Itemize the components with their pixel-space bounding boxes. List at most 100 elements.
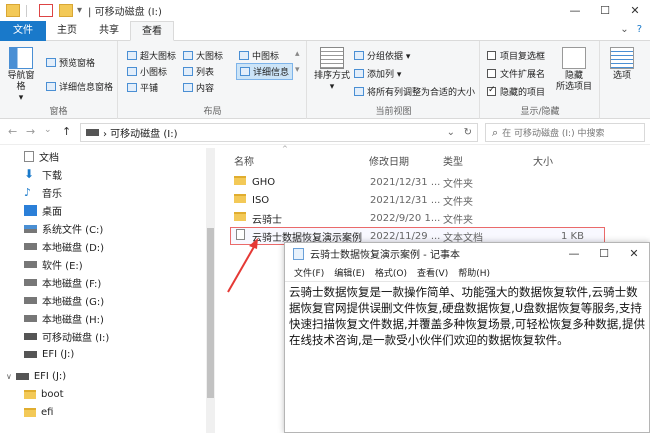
tiles-view-button[interactable]: 平铺 xyxy=(127,81,158,94)
address-path: › 可移动磁盘 (I:) xyxy=(103,129,178,140)
group-layout: 超大图标 大图标 中图标 小图标 列表 详细信息 平铺 内容 ▴ ▾ 布局 xyxy=(119,41,307,119)
drive-icon xyxy=(24,297,37,304)
menu-format[interactable]: 格式(O) xyxy=(375,266,407,279)
sidebar-item-drive-h[interactable]: 本地磁盘 (H:) xyxy=(24,311,104,326)
item-checkboxes-toggle[interactable]: 项目复选框 xyxy=(487,49,545,62)
tab-view[interactable]: 查看 xyxy=(130,21,174,41)
sidebar-item-drive-f[interactable]: 本地磁盘 (F:) xyxy=(24,275,101,290)
tab-file[interactable]: 文件 xyxy=(0,21,46,41)
back-arrow-icon[interactable]: ← xyxy=(8,125,17,138)
list-view-button[interactable]: 列表 xyxy=(183,65,214,78)
minimize-button[interactable]: — xyxy=(560,0,590,21)
group-label-pane: 窗格 xyxy=(49,107,68,117)
table-row[interactable]: ISO 2021/12/31 ... 文件夹 xyxy=(230,192,605,208)
table-row[interactable]: 云骑士 2022/9/20 1... 文件夹 xyxy=(230,210,605,226)
sidebar-item-drive-d[interactable]: 本地磁盘 (D:) xyxy=(24,239,104,254)
expand-ribbon-icon[interactable]: ⌄ xyxy=(620,24,628,35)
file-extensions-toggle[interactable]: 文件扩展名 xyxy=(487,67,545,80)
notepad-maximize-button[interactable]: ☐ xyxy=(589,243,619,264)
group-by-button[interactable]: 分组依据 ▾ xyxy=(354,49,410,62)
hidden-items-toggle[interactable]: 隐藏的项目 xyxy=(487,85,545,98)
sidebar-item-boot[interactable]: boot xyxy=(24,387,64,402)
tiles-icon xyxy=(127,83,137,92)
tab-share[interactable]: 共享 xyxy=(88,21,130,41)
file-type: 文件夹 xyxy=(443,196,473,208)
sidebar-scrollbar-thumb[interactable] xyxy=(207,228,214,398)
sidebar-item-drive-c[interactable]: 系统文件 (C:) xyxy=(24,221,103,236)
details-icon xyxy=(240,67,250,76)
options-button[interactable]: 选项 xyxy=(602,47,642,82)
group-by-icon xyxy=(354,51,364,60)
notepad-close-button[interactable]: ✕ xyxy=(619,243,649,264)
hide-selected-button[interactable]: 隐藏 所选项目 xyxy=(551,47,597,93)
sidebar-item-drive-g[interactable]: 本地磁盘 (G:) xyxy=(24,293,104,308)
sort-by-button[interactable]: 排序方式 ▾ xyxy=(312,47,352,93)
sidebar-scrollbar[interactable] xyxy=(206,148,215,433)
column-header-name[interactable]: 名称 xyxy=(234,153,254,168)
drive-icon xyxy=(24,243,37,250)
customize-qa-icon[interactable]: ▾ xyxy=(77,5,82,16)
notepad-text-area[interactable]: 云骑士数据恢复是一款操作简单、功能强大的数据恢复软件,云骑士数据恢复官网提供误删… xyxy=(285,281,649,348)
sidebar-item-desktop[interactable]: 桌面 xyxy=(24,203,62,218)
collapse-arrow-icon[interactable]: ∨ xyxy=(6,372,12,381)
up-arrow-icon[interactable]: ↑ xyxy=(62,125,71,138)
documents-icon xyxy=(24,151,34,162)
large-icons-button[interactable]: 大图标 xyxy=(183,49,223,62)
fit-columns-button[interactable]: 将所有列调整为合适的大小 xyxy=(354,85,475,98)
recent-locations-icon[interactable]: ⌄ xyxy=(44,125,52,135)
refresh-icon[interactable]: ↻ xyxy=(464,127,472,138)
folder-icon xyxy=(24,408,36,417)
help-icon[interactable]: ? xyxy=(637,24,642,35)
properties-icon[interactable] xyxy=(39,4,53,17)
notepad-icon xyxy=(293,247,304,260)
drive-icon xyxy=(24,261,37,268)
layout-scroll-up-icon[interactable]: ▴ xyxy=(295,49,300,59)
new-folder-icon[interactable] xyxy=(59,4,73,17)
sidebar-item-music[interactable]: ♪ 音乐 xyxy=(24,185,62,200)
nav-pane-button[interactable]: 导航窗格 ▾ xyxy=(4,47,38,104)
sidebar-item-drive-j[interactable]: EFI (J:) xyxy=(24,347,74,362)
details-view-button[interactable]: 详细信息 xyxy=(236,63,294,80)
file-modified: 2021/12/31 ... xyxy=(370,194,441,206)
fit-columns-icon xyxy=(354,87,364,96)
sidebar-section-efi[interactable]: ∨ EFI (J:) xyxy=(6,369,66,384)
notepad-minimize-button[interactable]: — xyxy=(559,243,589,264)
menu-file[interactable]: 文件(F) xyxy=(294,266,324,279)
menu-help[interactable]: 帮助(H) xyxy=(458,266,490,279)
forward-arrow-icon[interactable]: → xyxy=(26,125,35,138)
ribbon: 导航窗格 ▾ 预览窗格 详细信息窗格 窗格 超大图标 大图标 中图标 小图标 列表… xyxy=(0,41,650,119)
address-path-input[interactable]: › 可移动磁盘 (I:) ⌄ ↻ xyxy=(80,123,478,142)
column-header-type[interactable]: 类型 xyxy=(443,153,463,168)
search-input[interactable]: ⌕ 在 可移动磁盘 (I:) 中搜索 xyxy=(485,123,645,142)
column-header-size[interactable]: 大小 xyxy=(533,153,553,168)
checkbox-icon xyxy=(487,69,496,78)
sidebar-item-drive-e[interactable]: 软件 (E:) xyxy=(24,257,83,272)
table-row[interactable]: GHO 2021/12/31 ... 文件夹 xyxy=(230,174,605,190)
close-button[interactable]: ✕ xyxy=(620,0,650,21)
small-icons-button[interactable]: 小图标 xyxy=(127,65,167,78)
layout-scroll-down-icon[interactable]: ▾ xyxy=(295,65,300,75)
sidebar-item-drive-i[interactable]: 可移动磁盘 (I:) xyxy=(24,329,109,344)
tab-home[interactable]: 主页 xyxy=(46,21,88,41)
add-columns-button[interactable]: 添加列 ▾ xyxy=(354,67,401,80)
maximize-button[interactable]: ☐ xyxy=(590,0,620,21)
music-note-icon: ♪ xyxy=(24,186,32,199)
preview-pane-button[interactable]: 预览窗格 xyxy=(46,56,95,69)
content-view-button[interactable]: 内容 xyxy=(183,81,214,94)
group-label-show-hide: 显示/隐藏 xyxy=(520,107,560,117)
details-pane-button[interactable]: 详细信息窗格 xyxy=(46,80,113,93)
folder-icon xyxy=(6,4,20,17)
column-header-modified[interactable]: 修改日期 xyxy=(369,153,409,168)
divider xyxy=(26,4,27,17)
path-dropdown-icon[interactable]: ⌄ xyxy=(447,127,455,138)
xl-icons-button[interactable]: 超大图标 xyxy=(127,49,176,62)
sidebar-item-downloads[interactable]: ⬇ 下载 xyxy=(24,167,62,182)
list-icon xyxy=(183,67,193,76)
folder-icon xyxy=(234,176,246,185)
sidebar-item-efi[interactable]: efi xyxy=(24,405,53,420)
menu-edit[interactable]: 编辑(E) xyxy=(334,266,365,279)
sidebar-item-documents[interactable]: 文档 xyxy=(24,149,59,164)
ribbon-tabs: 文件 主页 共享 查看 ⌄ ? xyxy=(0,21,650,41)
medium-icons-button[interactable]: 中图标 xyxy=(239,49,279,62)
menu-view[interactable]: 查看(V) xyxy=(417,266,448,279)
